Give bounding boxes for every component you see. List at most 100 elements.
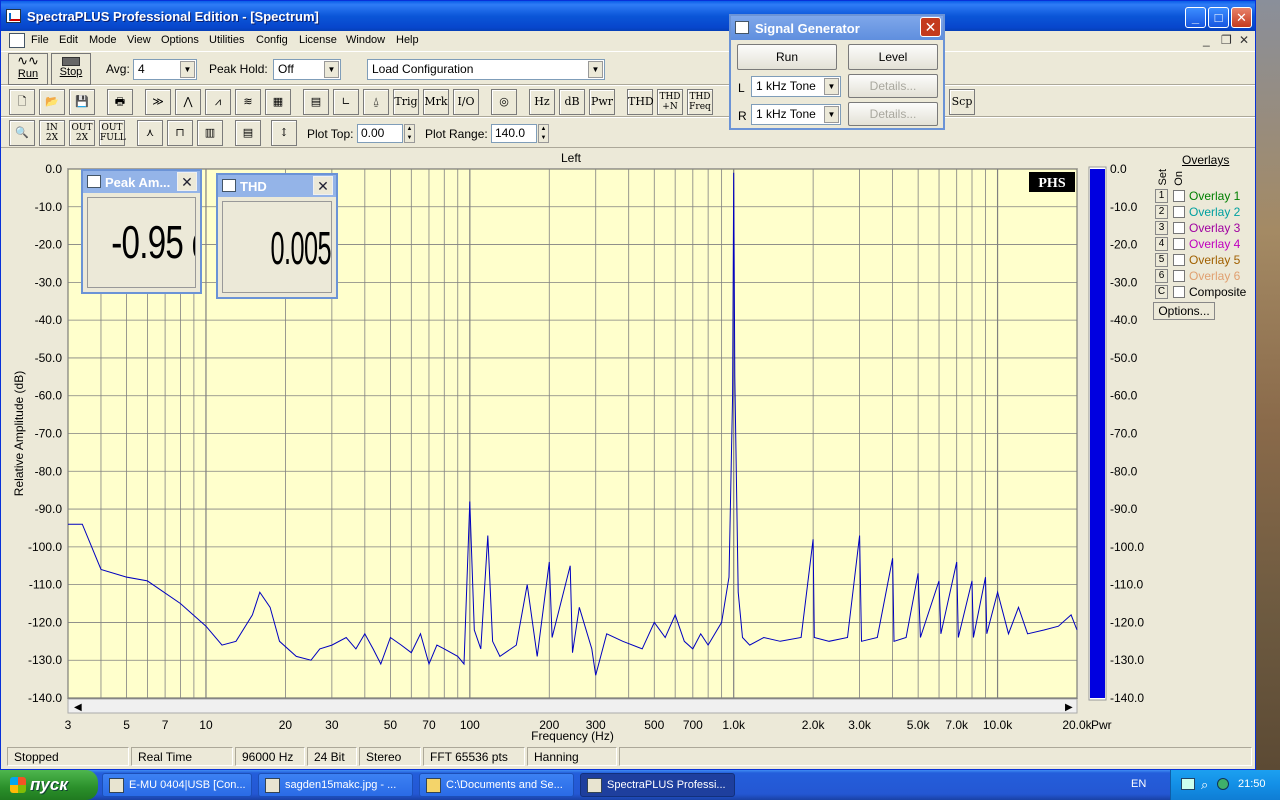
mrk-button[interactable]: Mrk <box>423 89 449 115</box>
chevron-down-icon[interactable]: ▼ <box>588 61 603 78</box>
child-window-icon[interactable] <box>9 33 25 48</box>
overlay-set-button[interactable]: 1 <box>1155 189 1168 203</box>
close-icon[interactable]: ✕ <box>920 17 941 37</box>
overlay-set-button[interactable]: 3 <box>1155 221 1168 235</box>
overlay-on-checkbox[interactable] <box>1173 222 1185 234</box>
right-channel-select[interactable]: 1 kHz Tone ▼ <box>751 104 841 125</box>
report-icon[interactable]: ▤ <box>303 89 329 115</box>
signal-generator-window[interactable]: Signal Generator ✕ Run Level L 1 kHz Ton… <box>729 14 945 130</box>
chevron-down-icon[interactable]: ▼ <box>824 106 839 123</box>
stop-button[interactable]: Stop <box>51 53 91 85</box>
octave-icon[interactable]: ⊓ <box>167 120 193 146</box>
new-file-icon[interactable]: 🗋 <box>9 89 35 115</box>
menu-edit[interactable]: Edit <box>59 34 78 46</box>
generator-run-button[interactable]: Run <box>737 44 837 70</box>
save-icon[interactable]: 💾 <box>69 89 95 115</box>
ramp-icon[interactable]: ⩘ <box>205 89 231 115</box>
maximize-button[interactable]: □ <box>1208 7 1229 28</box>
clock[interactable]: 21:50 <box>1238 778 1266 790</box>
zoom-out-2x-button[interactable]: OUT 2X <box>69 120 95 146</box>
thd-freq-button[interactable]: THD Freq <box>687 89 713 115</box>
zoom-out-full-button[interactable]: OUT FULL <box>99 120 126 146</box>
menu-help[interactable]: Help <box>396 34 419 46</box>
status-icon[interactable] <box>1217 778 1229 790</box>
thd-window-titlebar[interactable]: THD ✕ <box>218 175 336 197</box>
chevron-down-icon[interactable]: ▼ <box>180 61 195 78</box>
overlay-set-button[interactable]: 4 <box>1155 237 1168 251</box>
run-button[interactable]: ∿∿ Run <box>8 53 48 85</box>
taskbar-item-emu[interactable]: E-MU 0404|USB [Con... <box>102 773 252 797</box>
overlay-on-checkbox[interactable] <box>1173 254 1185 266</box>
waveform-peak-icon[interactable]: ⋀ <box>175 89 201 115</box>
close-icon[interactable]: ✕ <box>313 176 333 195</box>
menu-config[interactable]: Config <box>256 34 288 46</box>
taskbar-item-folder[interactable]: C:\Documents and Se... <box>419 773 574 797</box>
signal-generator-icon[interactable]: ◎ <box>491 89 517 115</box>
thd-window[interactable]: THD ✕ 0.00514 % <box>216 173 338 299</box>
trig-button[interactable]: Trig <box>393 89 419 115</box>
overlay-on-checkbox[interactable] <box>1173 270 1185 282</box>
overlay-set-button[interactable]: 6 <box>1155 269 1168 283</box>
left-details-button[interactable]: Details... <box>848 74 938 98</box>
db-button[interactable]: dB <box>559 89 585 115</box>
overlay-set-button[interactable]: 2 <box>1155 205 1168 219</box>
load-configuration-select[interactable]: Load Configuration ▼ <box>367 59 605 80</box>
overlay-options-button[interactable]: Options... <box>1153 302 1215 320</box>
axis-icon[interactable]: ∟ <box>333 89 359 115</box>
bars-icon[interactable]: ▥ <box>197 120 223 146</box>
network-icon[interactable] <box>1181 778 1195 790</box>
pwr-button[interactable]: Pwr <box>589 89 615 115</box>
child-restore-button[interactable]: ❐ <box>1221 33 1232 47</box>
horizontal-scrollbar[interactable] <box>67 698 1078 714</box>
taskbar-item-spectraplus[interactable]: SpectraPLUS Professi... <box>580 773 735 797</box>
language-indicator[interactable]: EN <box>1131 778 1146 790</box>
tripod-icon[interactable]: ⍙ <box>363 89 389 115</box>
zoom-icon[interactable]: 🔍 <box>9 120 35 146</box>
signal-generator-titlebar[interactable]: Signal Generator ✕ <box>731 16 943 40</box>
menu-mode[interactable]: Mode <box>89 34 117 46</box>
vertical-scale-icon[interactable]: ↕ <box>271 120 297 146</box>
spectrogram-icon[interactable]: ▦ <box>265 89 291 115</box>
zoom-in-2x-button[interactable]: IN 2X <box>39 120 65 146</box>
plot-range-spinner[interactable]: ▲ ▼ <box>538 124 549 143</box>
close-icon[interactable]: ✕ <box>177 172 197 191</box>
overlay-set-button[interactable]: 5 <box>1155 253 1168 267</box>
plot-top-spinner[interactable]: ▲ ▼ <box>404 124 415 143</box>
thd-n-button[interactable]: THD +N <box>657 89 683 115</box>
plot-top-input[interactable]: 0.00 <box>357 124 403 143</box>
menu-license[interactable]: License <box>299 34 337 46</box>
child-minimize-button[interactable]: _ <box>1203 33 1210 47</box>
generator-level-button[interactable]: Level <box>848 44 938 70</box>
menu-utilities[interactable]: Utilities <box>209 34 244 46</box>
fast-forward-icon[interactable]: ≫ <box>145 89 171 115</box>
overlay-on-checkbox[interactable] <box>1173 238 1185 250</box>
taskbar-item-image[interactable]: sagden15makc.jpg - ... <box>258 773 413 797</box>
close-button[interactable]: ✕ <box>1231 7 1252 28</box>
hz-button[interactable]: Hz <box>529 89 555 115</box>
title-bar[interactable]: SpectraPLUS Professional Edition - [Spec… <box>1 1 1255 31</box>
io-button[interactable]: I/O <box>453 89 479 115</box>
overlay-on-checkbox[interactable] <box>1173 206 1185 218</box>
open-folder-icon[interactable]: 📂 <box>39 89 65 115</box>
menu-window[interactable]: Window <box>346 34 385 46</box>
chevron-down-icon[interactable]: ▼ <box>324 61 339 78</box>
overlay-on-checkbox[interactable] <box>1173 190 1185 202</box>
child-close-button[interactable]: ✕ <box>1239 33 1249 47</box>
overlay-set-button[interactable]: C <box>1155 285 1168 299</box>
plot-range-input[interactable]: 140.0 <box>491 124 537 143</box>
thd-button[interactable]: THD <box>627 89 654 115</box>
waterfall-icon[interactable]: ≋ <box>235 89 261 115</box>
left-channel-select[interactable]: 1 kHz Tone ▼ <box>751 76 841 97</box>
overlay-on-checkbox[interactable] <box>1173 286 1185 298</box>
peak-window-titlebar[interactable]: Peak Am... ✕ <box>83 171 200 193</box>
scroll-left-arrow[interactable]: ◀ <box>74 702 82 713</box>
menu-view[interactable]: View <box>127 34 151 46</box>
chevron-down-icon[interactable]: ▼ <box>824 78 839 95</box>
avg-select[interactable]: 4 ▼ <box>133 59 197 80</box>
scroll-right-arrow[interactable]: ▶ <box>1065 702 1073 713</box>
print-icon[interactable]: 🖶 <box>107 89 133 115</box>
peak-shape-icon[interactable]: ⋏ <box>137 120 163 146</box>
start-button[interactable]: пуск <box>0 770 98 800</box>
peak-hold-select[interactable]: Off ▼ <box>273 59 341 80</box>
right-details-button[interactable]: Details... <box>848 102 938 126</box>
